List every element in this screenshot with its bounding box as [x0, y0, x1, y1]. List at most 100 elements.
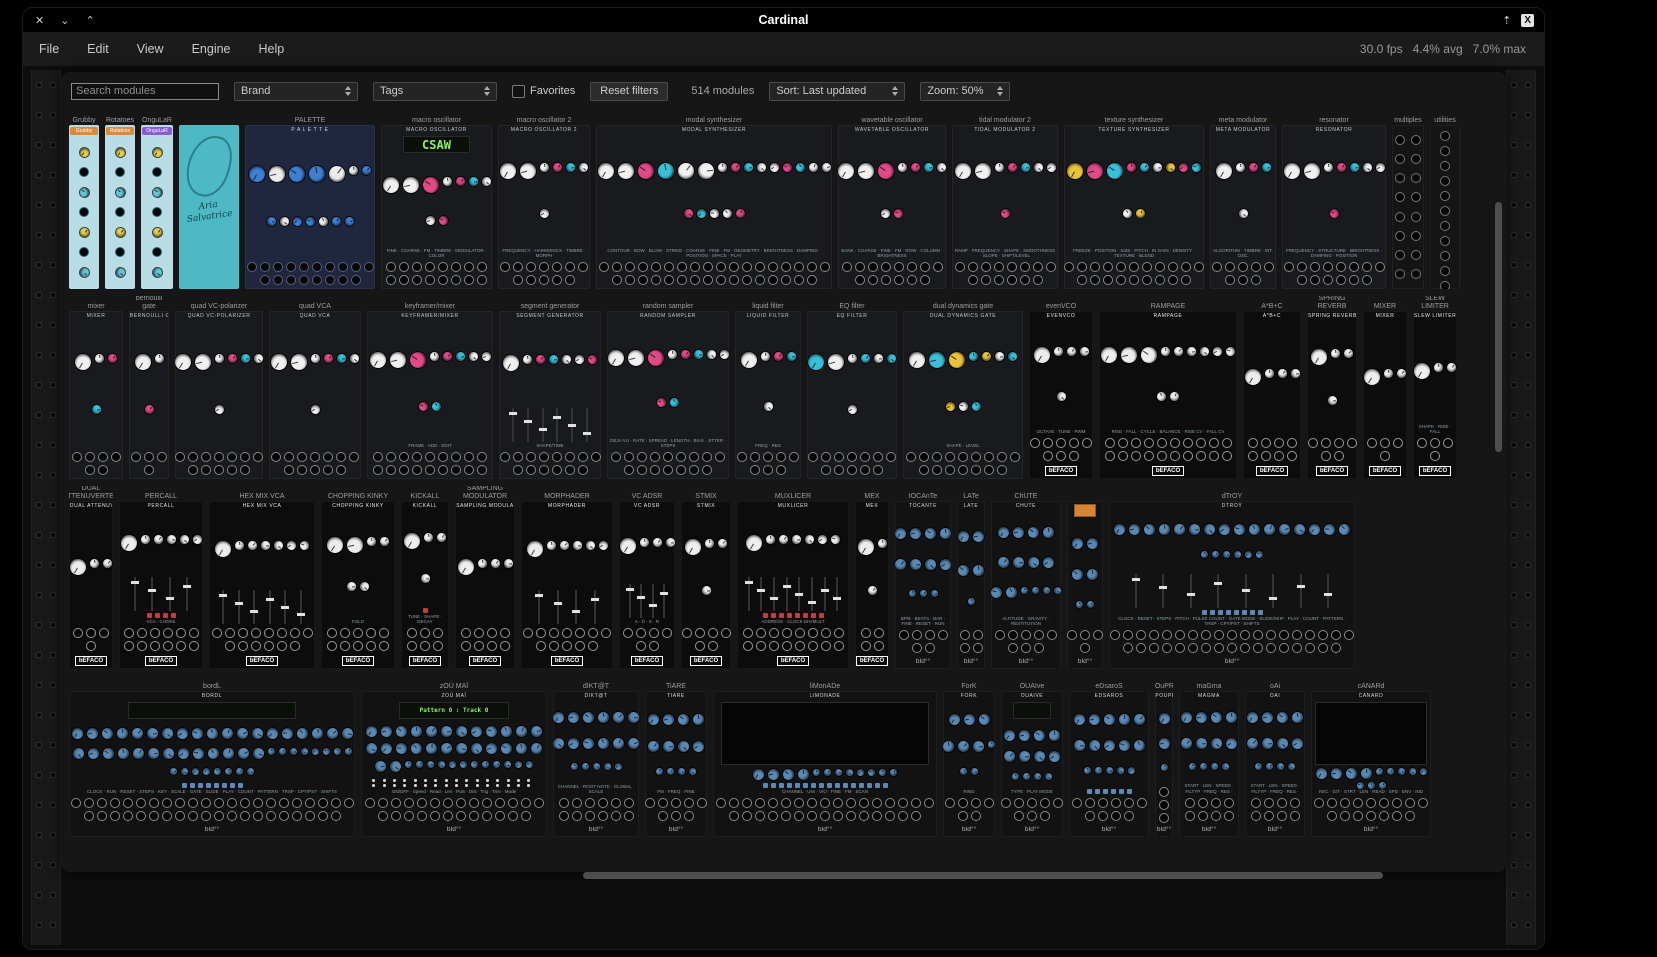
- module-quad-vca[interactable]: quad VCAquad VCA: [269, 296, 361, 479]
- module-meta-modulator[interactable]: meta modulatormeta modulatorALGORITHM · …: [1210, 110, 1276, 289]
- module-ouaive[interactable]: OUAIveOUAIveTYPE · PLAY MODEbId°°: [1001, 676, 1063, 837]
- module-magma[interactable]: maGmamaGmaSTART · LEN · SPEED · FILTYP ·…: [1179, 676, 1239, 837]
- jack-area: [1029, 435, 1093, 465]
- module-palette[interactable]: PALETTEP A L E T T E: [245, 110, 375, 289]
- horizontal-scrollbar[interactable]: [583, 872, 1383, 879]
- brand-filter-select[interactable]: Brand: [234, 82, 358, 101]
- slider-thumb: [1242, 589, 1250, 592]
- module-fork[interactable]: ForKForKRINGbId°°: [943, 676, 995, 837]
- module-macro-oscillator[interactable]: macro oscillatormacro oscillatorCSAWFINE…: [381, 110, 492, 289]
- menu-engine[interactable]: Engine: [192, 42, 231, 56]
- module-macro-oscillator-2[interactable]: macro oscillator 2macro oscillator 2FREQ…: [498, 110, 590, 289]
- jack: [1155, 275, 1165, 285]
- favorites-filter[interactable]: Favorites: [512, 85, 575, 98]
- reset-filters-button[interactable]: Reset filters: [590, 82, 668, 101]
- menu-view[interactable]: View: [137, 42, 164, 56]
- module-modal-synthesizer[interactable]: modal synthesizermodal synthesizerCONTOU…: [596, 110, 832, 289]
- module-sampling-modulator[interactable]: SAMPLING MODULATORSAMPLING MODULATORbEFA…: [455, 486, 515, 669]
- module-grubby[interactable]: GrubbyGrubby: [69, 110, 99, 289]
- knob: [1043, 587, 1051, 595]
- module-segment-generator[interactable]: segment generatorsegment generatorSHAPE/…: [499, 296, 601, 479]
- jack-area: [455, 625, 515, 655]
- jack: [794, 275, 804, 285]
- module-percall[interactable]: PERCALLPERCALLVCA · CHOKEbEFACO: [119, 486, 203, 669]
- module-dikt-t[interactable]: dIKT@TdIKT@TCHANNEL · ROOT NOTE · GLOBAL…: [553, 676, 639, 837]
- module-stmix[interactable]: STMIXSTMIXbEFACO: [681, 486, 731, 669]
- module-zo-ma[interactable]: zOÙ MAÏzOÙ MAÏPattern 0 : Track 0ON/OFF …: [361, 676, 547, 837]
- module-oai[interactable]: oAioAiSTART · LEN · SPEED · FILTYP · FRE…: [1245, 676, 1305, 837]
- module-a-b-c[interactable]: A*B+CA*B+CbEFACO: [1243, 296, 1301, 479]
- module-morphader[interactable]: MORPHADERMORPHADERbEFACO: [521, 486, 613, 669]
- module-utilities[interactable]: utilities: [1430, 110, 1460, 289]
- module-canard[interactable]: cANARdcANARdREC · G/T · STRT · LEN · REA…: [1311, 676, 1431, 837]
- close-icon[interactable]: ✕: [35, 14, 44, 27]
- module-mixer[interactable]: MIXERMIXERbEFACO: [1363, 296, 1407, 479]
- module-quad-vc-polarizer[interactable]: quad VC-polarizerquad VC-polarizer: [175, 296, 263, 479]
- module-limonade[interactable]: liMonADeliMonADeCHANNEL · UNI · V/O · FI…: [713, 676, 937, 837]
- detach-icon[interactable]: ⇡: [1502, 14, 1511, 27]
- module-muxlicer[interactable]: MUXLICERMUXLICERADDRESS · CLOCK DIV/MULT…: [737, 486, 849, 669]
- favorites-checkbox[interactable]: [512, 85, 525, 98]
- module-mex[interactable]: MEXMEXbEFACO: [855, 486, 889, 669]
- jack: [868, 275, 878, 285]
- module-texture-synthesizer[interactable]: texture synthesizertexture synthesizerFR…: [1064, 110, 1204, 289]
- module-bernoulli-gate[interactable]: bernoulli gatebernoulli gate: [129, 296, 169, 479]
- sort-select[interactable]: Sort: Last updated: [769, 82, 905, 101]
- module-random-sampler[interactable]: random samplerrandom samplerDEJA VU · RA…: [607, 296, 729, 479]
- module-vc-adsr[interactable]: VC ADSRVC ADSRA · D · S · RbEFACO: [619, 486, 675, 669]
- module-rampage[interactable]: RAMPAGERAMPAGERISE · FALL · CYCLE · BALA…: [1099, 296, 1237, 479]
- module-unnamed[interactable]: Aria Salvatrice: [179, 110, 239, 289]
- jack: [742, 275, 752, 285]
- signature-text: Aria Salvatrice: [179, 197, 239, 227]
- module-resonator[interactable]: resonatorresonatorFREQUENCY · STRUCTURE …: [1282, 110, 1386, 289]
- jack: [264, 628, 274, 638]
- module-slew-limiter[interactable]: SLEW LIMITERSLEW LIMITERSHAPE · RISE · F…: [1413, 296, 1457, 479]
- module-kickall[interactable]: KICKALLKICKALLTUNE · SHAPE · DECAYbEFACO: [401, 486, 449, 669]
- slider: [1190, 574, 1192, 608]
- module-rotatoes[interactable]: RotatoesRotatoes: [105, 110, 135, 289]
- jack: [277, 641, 287, 651]
- module-hex-mix-vca[interactable]: HEX MIX VCAHEX MIX VCAbEFACO: [209, 486, 315, 669]
- module-chute[interactable]: ChUTEChUTEALTITUDE · GRAVITY · RESTITUTI…: [991, 486, 1061, 669]
- module-panel: dual dynamics gateSHAPE · LEVEL: [903, 311, 1023, 479]
- module-keyframer-mixer[interactable]: keyframer/mixerkeyframer/mixerFRAME · AD…: [367, 296, 493, 479]
- knob: [1026, 525, 1041, 540]
- module-mixer[interactable]: mixermixer: [69, 296, 123, 479]
- search-input[interactable]: [71, 83, 219, 100]
- menu-file[interactable]: File: [39, 42, 59, 56]
- zoom-select[interactable]: Zoom: 50%: [920, 82, 1010, 101]
- module-spring-reverb[interactable]: SPRING REVERBSPRING REVERBbEFACO: [1307, 296, 1357, 479]
- menu-edit[interactable]: Edit: [87, 42, 109, 56]
- module-eq-filter[interactable]: EQ filterEQ filter: [807, 296, 897, 479]
- module-chopping-kinky[interactable]: CHOPPING KINKYCHOPPING KINKYFOLDbEFACO: [321, 486, 395, 669]
- minimize-icon[interactable]: ⌄: [60, 14, 69, 27]
- module-unnamed[interactable]: bId°°: [1067, 486, 1103, 669]
- module-tidal-modulator-2[interactable]: tidal modulator 2tidal modulator 2RAMP ·…: [952, 110, 1058, 289]
- slider: [640, 584, 642, 618]
- module-dual-attenuverter[interactable]: DUAL ATTENUVERTERDUAL ATTENUVERTERbEFACO: [69, 486, 113, 669]
- knob: [704, 538, 714, 548]
- module-edsaros[interactable]: eDsaroSeDsaroSbId°°: [1069, 676, 1149, 837]
- module-bordl[interactable]: bordLbordLCLOCK · RUN · RESET · STEPS · …: [69, 676, 355, 837]
- module-ongular[interactable]: OnguLaROnguLaR: [141, 110, 173, 289]
- module-tocante[interactable]: tOCAnTetOCAnTeBPM · BEATS · BAR · FINE ·…: [895, 486, 951, 669]
- vertical-scrollbar[interactable]: [1495, 202, 1502, 452]
- module-dtroy[interactable]: dTrOYdTrOYCLOCK · RESET · STEPS · PITCH …: [1109, 486, 1355, 669]
- module-evenvco[interactable]: evenVCOevenVCOOCTAVE · TUNE · PWMbEFACO: [1029, 296, 1093, 479]
- module-late[interactable]: LATeLATebId°°: [957, 486, 985, 669]
- step-dot: [383, 784, 386, 787]
- tags-filter-select[interactable]: Tags: [373, 82, 497, 101]
- knob: [347, 582, 357, 592]
- jack: [451, 262, 461, 272]
- module-dual-dynamics-gate[interactable]: dual dynamics gatedual dynamics gateSHAP…: [903, 296, 1023, 479]
- x11-logo-icon[interactable]: X: [1521, 14, 1534, 27]
- knob: [619, 535, 638, 557]
- menu-help[interactable]: Help: [259, 42, 285, 56]
- module-wavetable-oscillator[interactable]: wavetable oscillatorwavetable oscillator…: [838, 110, 946, 289]
- strip-title: OnguLaR: [142, 127, 171, 135]
- module-multiples[interactable]: multiples: [1392, 110, 1424, 289]
- module-poupre[interactable]: POuPRePOuPRebId°°: [1155, 676, 1173, 837]
- module-tiare[interactable]: TiARETiAREFM · FREQ · FINEbId°°: [645, 676, 707, 837]
- maximize-icon[interactable]: ⌃: [85, 14, 94, 27]
- module-liquid-filter[interactable]: liquid filterliquid filterFREQ · RES: [735, 296, 801, 479]
